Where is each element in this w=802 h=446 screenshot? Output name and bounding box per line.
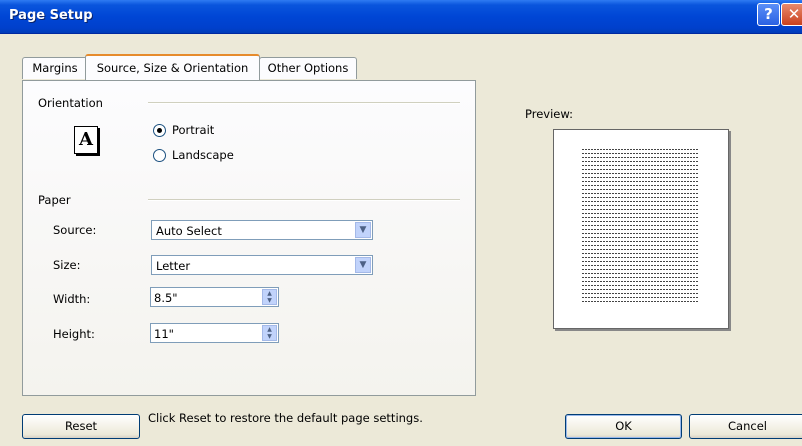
- help-button[interactable]: ?: [757, 3, 780, 26]
- height-value[interactable]: 11": [154, 327, 174, 341]
- help-icon: ?: [764, 5, 773, 23]
- ok-button[interactable]: OK: [565, 414, 682, 439]
- orientation-divider: [148, 102, 460, 104]
- portrait-page-icon: A: [74, 126, 98, 154]
- size-select[interactable]: Letter ▼: [151, 255, 373, 275]
- spin-arrows-icon[interactable]: ▲ ▼: [262, 325, 277, 341]
- title-bar[interactable]: Page Setup ? ✕: [0, 0, 802, 34]
- reset-hint: Click Reset to restore the default page …: [148, 411, 423, 425]
- close-icon: ✕: [787, 5, 801, 23]
- tab-source-size-orientation[interactable]: Source, Size & Orientation: [85, 54, 260, 80]
- height-label: Height:: [53, 327, 95, 341]
- paper-group-label: Paper: [38, 193, 71, 207]
- size-value: Letter: [156, 259, 191, 273]
- window-title: Page Setup: [9, 8, 93, 23]
- chevron-down-icon[interactable]: ▼: [355, 222, 371, 238]
- tab-margins[interactable]: Margins: [22, 57, 88, 79]
- source-select[interactable]: Auto Select ▼: [151, 220, 373, 240]
- source-value: Auto Select: [156, 224, 222, 238]
- cancel-button[interactable]: Cancel: [689, 414, 802, 439]
- spin-arrows-icon[interactable]: ▲ ▼: [262, 289, 277, 305]
- paper-divider: [148, 199, 460, 201]
- preview-page: [553, 129, 729, 329]
- tab-other-options[interactable]: Other Options: [259, 57, 357, 79]
- close-button[interactable]: ✕: [781, 3, 802, 26]
- preview-text-lines: [582, 149, 698, 305]
- orientation-group-label: Orientation: [38, 96, 103, 110]
- portrait-label[interactable]: Portrait: [172, 123, 214, 137]
- height-stepper[interactable]: 11" ▲ ▼: [150, 323, 279, 343]
- reset-button[interactable]: Reset: [22, 414, 140, 439]
- source-label: Source:: [53, 223, 97, 237]
- portrait-radio[interactable]: [153, 124, 166, 137]
- chevron-down-icon[interactable]: ▼: [355, 257, 371, 273]
- preview-label: Preview:: [525, 107, 574, 121]
- width-label: Width:: [53, 292, 91, 306]
- size-label: Size:: [53, 258, 81, 272]
- landscape-label[interactable]: Landscape: [172, 148, 234, 162]
- width-stepper[interactable]: 8.5" ▲ ▼: [150, 287, 279, 307]
- landscape-radio[interactable]: [153, 149, 166, 162]
- width-value[interactable]: 8.5": [154, 291, 178, 305]
